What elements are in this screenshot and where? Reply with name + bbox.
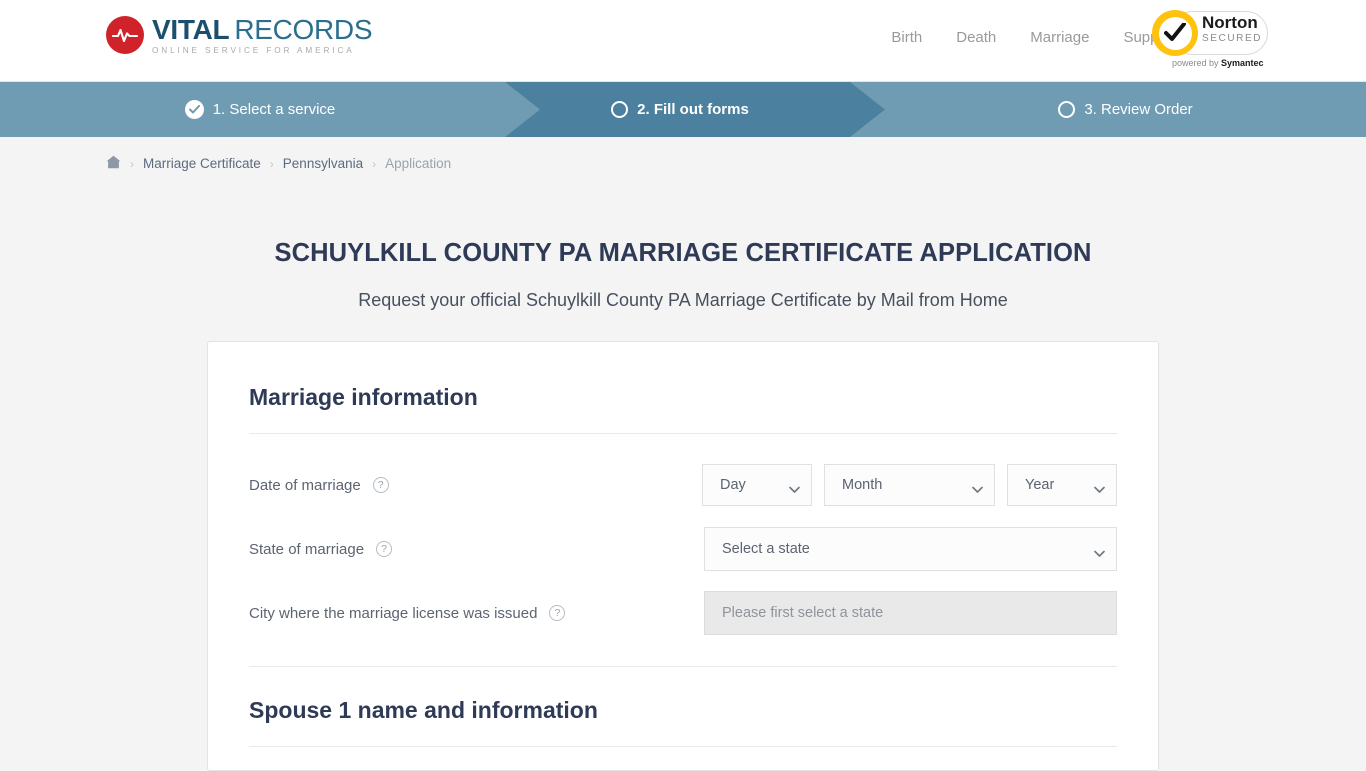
norton-name: Norton [1202, 13, 1258, 32]
field-label-text: State of marriage [249, 540, 365, 558]
state-of-marriage-controls: Select a state [704, 527, 1117, 571]
check-circle-icon [184, 100, 204, 119]
norton-seal [1152, 10, 1198, 56]
state-select-value: Select a state [722, 541, 810, 557]
page-title: SCHUYLKILL COUNTY PA MARRIAGE CERTIFICAT… [274, 239, 1092, 267]
breadcrumb-home-link[interactable] [106, 155, 121, 172]
step-label-3: 3. Review Order [1084, 101, 1193, 118]
breadcrumb: › Marriage Certificate › Pennsylvania › … [0, 137, 1366, 172]
breadcrumb-item-pennsylvania[interactable]: Pennsylvania [283, 156, 363, 171]
main-nav: Birth Death Marriage Support [891, 29, 1176, 46]
chevron-down-icon [1094, 546, 1105, 557]
city-input[interactable]: Please first select a state [704, 591, 1117, 635]
step-label-2: 2. Fill out forms [637, 101, 749, 118]
breadcrumb-separator: › [130, 156, 134, 171]
empty-circle-icon [611, 101, 629, 118]
step-item-fill-forms[interactable]: 2. Fill out forms [505, 82, 885, 137]
logo-word-vital: VITAL [152, 14, 230, 45]
breadcrumb-item-marriage-certificate[interactable]: Marriage Certificate [143, 156, 261, 171]
heartbeat-icon [106, 15, 144, 54]
norton-powered-text: powered by [1172, 58, 1222, 68]
section-divider [249, 746, 1117, 747]
field-row-date-of-marriage: Date of marriage ? Day Month Year [249, 453, 1117, 517]
breadcrumb-item-application: Application [385, 156, 452, 171]
city-input-placeholder: Please first select a state [722, 605, 884, 621]
month-select-value: Month [842, 477, 883, 493]
field-label-city-license-issued: City where the marriage license was issu… [249, 605, 704, 622]
section-title-marriage-information: Marriage information [249, 384, 478, 410]
nav-item-marriage[interactable]: Marriage [1030, 29, 1089, 46]
norton-powered-by: powered by Symantec [1172, 58, 1264, 68]
city-license-controls: Please first select a state [704, 591, 1117, 635]
chevron-down-icon [972, 482, 983, 493]
nav-item-birth[interactable]: Birth [891, 29, 922, 46]
home-icon [106, 155, 121, 172]
help-icon[interactable]: ? [549, 605, 566, 621]
norton-secured-badge[interactable]: Norton SECURED powered by Symantec [1152, 6, 1270, 74]
date-of-marriage-controls: Day Month Year [702, 464, 1117, 506]
day-select-value: Day [720, 477, 746, 493]
breadcrumb-separator: › [372, 156, 377, 171]
day-select[interactable]: Day [702, 464, 812, 506]
empty-circle-icon [1058, 101, 1076, 118]
section-divider [249, 666, 1117, 667]
site-header: VITAL RECORDS ONLINE SERVICE FOR AMERICA … [0, 0, 1366, 82]
logo-wordmark: VITAL RECORDS ONLINE SERVICE FOR AMERICA [152, 14, 373, 55]
breadcrumb-separator: › [269, 156, 274, 171]
field-row-state-of-marriage: State of marriage ? Select a state [249, 517, 1117, 581]
chevron-down-icon [1094, 482, 1105, 493]
step-item-select-service[interactable]: 1. Select a service [0, 82, 520, 137]
norton-text: Norton SECURED [1202, 14, 1262, 44]
field-label-state-of-marriage: State of marriage ? [249, 541, 704, 558]
nav-item-death[interactable]: Death [956, 29, 996, 46]
step-item-review-order[interactable]: 3. Review Order [885, 82, 1366, 137]
step-label-1: 1. Select a service [212, 101, 336, 118]
symantec-brand: Symantec [1221, 58, 1264, 68]
checkmark-icon [1158, 16, 1192, 50]
site-logo[interactable]: VITAL RECORDS ONLINE SERVICE FOR AMERICA [106, 14, 373, 55]
year-select-value: Year [1025, 477, 1055, 493]
logo-word-records: RECORDS [234, 14, 373, 45]
section-divider [249, 433, 1117, 434]
progress-step-bar: 1. Select a service 2. Fill out forms 3.… [0, 82, 1366, 137]
help-icon[interactable]: ? [376, 541, 393, 557]
month-select[interactable]: Month [824, 464, 995, 506]
application-form-card: Marriage information Date of marriage ? … [207, 341, 1159, 771]
logo-tagline: ONLINE SERVICE FOR AMERICA [152, 46, 355, 55]
field-label-text: Date of marriage [249, 476, 361, 494]
page-subtitle: Request your official Schuylkill County … [358, 290, 1008, 310]
chevron-down-icon [789, 482, 800, 493]
year-select[interactable]: Year [1007, 464, 1117, 506]
state-select[interactable]: Select a state [704, 527, 1117, 571]
norton-secured-label: SECURED [1202, 33, 1263, 44]
help-icon[interactable]: ? [372, 477, 389, 493]
field-label-date-of-marriage: Date of marriage ? [249, 477, 702, 494]
section-title-spouse-1: Spouse 1 name and information [249, 697, 598, 723]
field-label-text: City where the marriage license was issu… [249, 604, 538, 622]
field-row-city-license-issued: City where the marriage license was issu… [249, 581, 1117, 645]
